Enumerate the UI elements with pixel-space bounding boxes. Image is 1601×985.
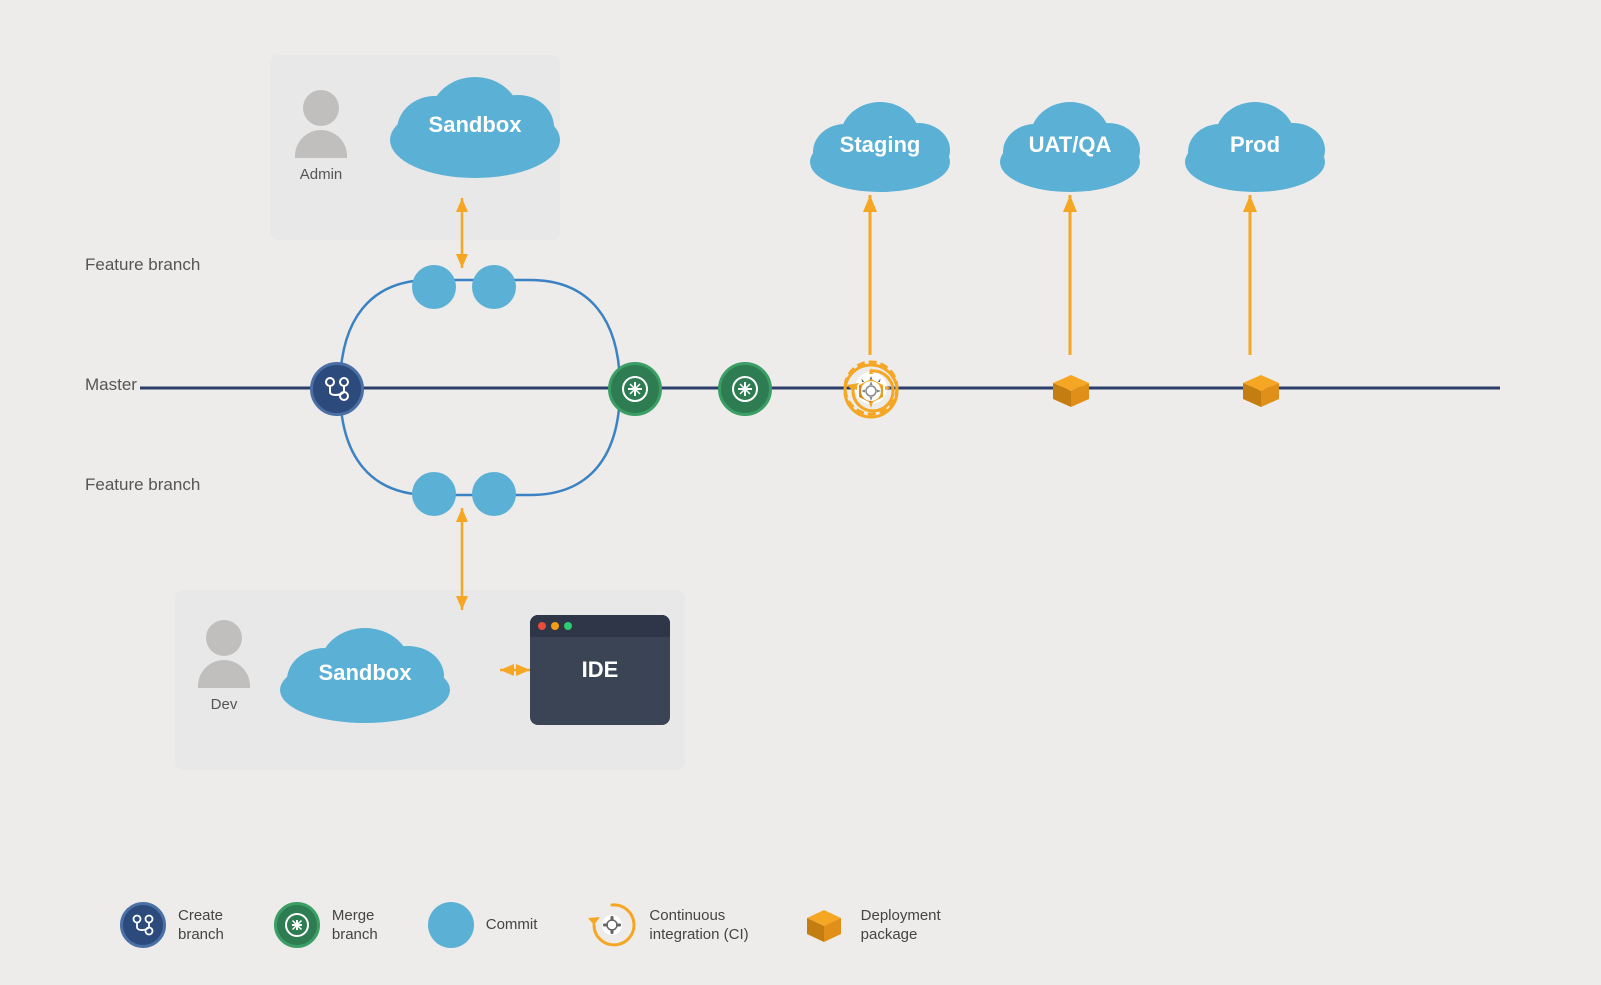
ide-dot-red [538,622,546,630]
staging-deploy [1043,363,1099,424]
ide-label: IDE [582,657,619,683]
uat-deploy [1233,363,1289,424]
legend-deploy-icon [799,900,849,950]
legend: Createbranch Mergebranch Commit [120,900,941,950]
prod-cloud: Prod [1175,90,1335,200]
feature-branch-top-label: Feature branch [85,255,200,275]
commit-top-2 [472,265,516,309]
ide-titlebar [530,615,670,637]
legend-ci-text: Continuousintegration (CI) [649,906,748,945]
legend-merge-branch: Mergebranch [274,902,378,948]
diagram-container: Admin Dev [0,0,1601,985]
merge-branch-node-1 [608,362,662,416]
legend-create-branch: Createbranch [120,902,224,948]
legend-merge-branch-text: Mergebranch [332,906,378,945]
merge-branch-node-2 [718,362,772,416]
legend-deploy: Deploymentpackage [799,900,941,950]
ci-real-icon [843,363,899,419]
ide-box: IDE [530,615,670,725]
uat-label: UAT/QA [1029,132,1112,158]
admin-sandbox-label: Sandbox [429,112,522,138]
commit-bottom-2 [472,472,516,516]
uat-cloud: UAT/QA [990,90,1150,200]
legend-commit-text: Commit [486,915,538,935]
staging-label: Staging [840,132,921,158]
prod-label: Prod [1230,132,1280,158]
commit-top-1 [412,265,456,309]
dev-sandbox-cloud: Sandbox [270,618,460,728]
legend-merge-branch-icon [274,902,320,948]
legend-ci-icon [587,900,637,950]
legend-ci: Continuousintegration (CI) [587,900,748,950]
legend-create-branch-icon [120,902,166,948]
dev-sandbox-label: Sandbox [319,660,412,686]
legend-deploy-text: Deploymentpackage [861,906,941,945]
create-branch-node [310,362,364,416]
feature-branch-bottom-label: Feature branch [85,475,200,495]
ide-dot-yellow [551,622,559,630]
staging-cloud: Staging [800,90,960,200]
legend-create-branch-text: Createbranch [178,906,224,945]
legend-commit: Commit [428,902,538,948]
commit-bottom-1 [412,472,456,516]
master-label: Master [85,375,137,395]
legend-commit-icon [428,902,474,948]
ide-dot-green [564,622,572,630]
admin-sandbox-cloud: Sandbox [380,65,570,185]
